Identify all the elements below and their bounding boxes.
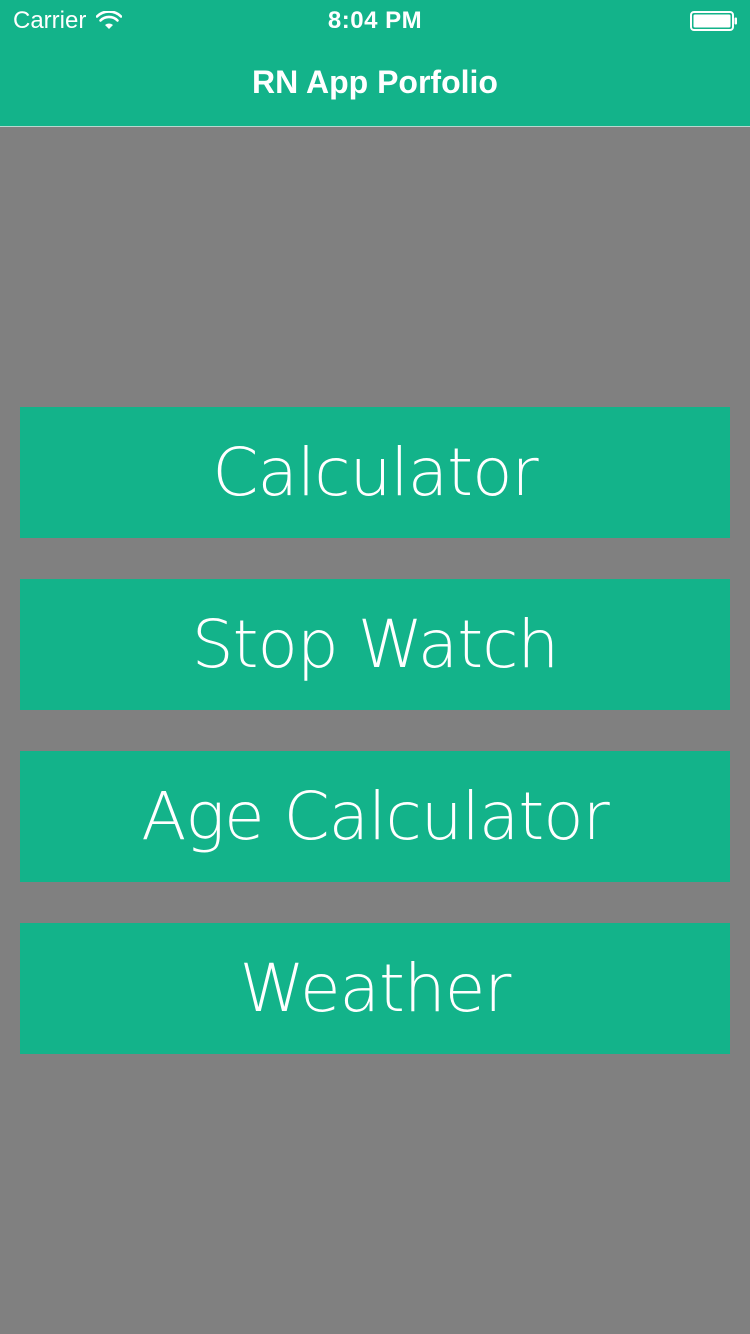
status-time: 8:04 PM [327, 7, 423, 34]
weather-button[interactable]: Weather [20, 923, 730, 1054]
stop-watch-button[interactable]: Stop Watch [20, 579, 730, 710]
battery-icon [690, 11, 737, 31]
age-calculator-button-label: Age Calculator [141, 778, 609, 855]
app-menu: Calculator Stop Watch Age Calculator Wea… [20, 407, 730, 1095]
age-calculator-button[interactable]: Age Calculator [20, 751, 730, 882]
status-bar: Carrier 8:04 PM [0, 0, 750, 40]
page-title: RN App Porfolio [252, 64, 498, 100]
app-header: Carrier 8:04 PM RN App Porfolio [0, 0, 750, 127]
stop-watch-button-label: Stop Watch [191, 606, 560, 683]
calculator-button[interactable]: Calculator [20, 407, 730, 538]
weather-button-label: Weather [239, 950, 512, 1027]
calculator-button-label: Calculator [212, 434, 538, 511]
